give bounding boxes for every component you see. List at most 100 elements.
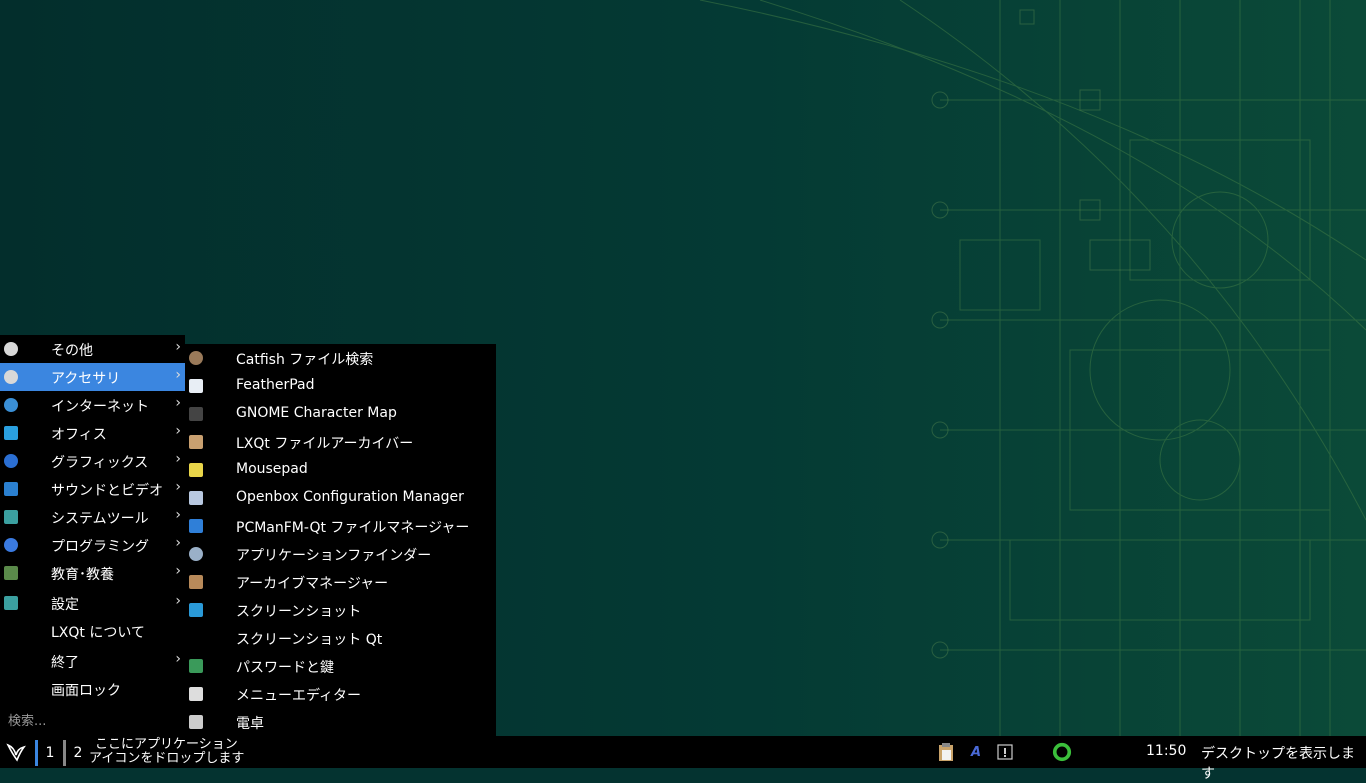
submenu-item-label: Catfish ファイル検索 xyxy=(236,352,374,368)
chevron-right-icon: › xyxy=(175,651,181,667)
menu-item-settings[interactable]: 設定 › xyxy=(0,589,185,617)
submenu-item-calculator[interactable]: 電卓 xyxy=(185,708,496,736)
clock[interactable]: 11:50 xyxy=(1146,743,1186,759)
accessories-submenu: Catfish ファイル検索 FeatherPad GNOME Characte… xyxy=(185,344,496,736)
settings-icon xyxy=(4,596,18,610)
menu-item-system-tools[interactable]: システムツール › xyxy=(0,503,185,531)
menu-item-label: システムツール xyxy=(51,511,149,527)
taskbar: 1 2 ここにアプリケーション アイコンをドロップします A 11:50 デスク… xyxy=(0,736,1366,782)
openbox-icon xyxy=(189,491,203,505)
folder-icon xyxy=(189,519,203,533)
submenu-item-menu-editor[interactable]: メニューエディター xyxy=(185,680,496,708)
more-icon xyxy=(4,370,18,384)
programming-icon xyxy=(4,538,18,552)
submenu-item-label: スクリーンショット Qt xyxy=(236,632,383,648)
submenu-item-screenshot-qt[interactable]: スクリーンショット Qt xyxy=(185,624,496,652)
screenshot-icon xyxy=(189,603,203,617)
submenu-item-archive-manager[interactable]: アーカイブマネージャー xyxy=(185,568,496,596)
globe-icon xyxy=(4,398,18,412)
submenu-item-label: PCManFM-Qt ファイルマネージャー xyxy=(236,520,470,536)
input-method-icon[interactable]: A xyxy=(966,742,986,762)
character-map-icon xyxy=(189,407,203,421)
more-icon xyxy=(4,342,18,356)
submenu-item-label: アーカイブマネージャー xyxy=(236,576,389,592)
menu-search-input[interactable] xyxy=(0,707,185,735)
archiver-icon xyxy=(189,435,203,449)
quicklaunch-hint-line2: アイコンをドロップします xyxy=(89,751,245,766)
menu-item-lock-screen[interactable]: 画面ロック xyxy=(0,675,185,703)
start-menu-button[interactable] xyxy=(0,736,32,768)
menu-item-label: サウンドとビデオ xyxy=(51,483,163,499)
submenu-item-label: メニューエディター xyxy=(236,688,362,704)
menu-item-label: その他 xyxy=(51,343,93,359)
menu-item-leave[interactable]: 終了 › xyxy=(0,647,185,675)
chevron-right-icon: › xyxy=(175,563,181,579)
menu-item-sound-video[interactable]: サウンドとビデオ › xyxy=(0,475,185,503)
archive-manager-icon xyxy=(189,575,203,589)
education-icon xyxy=(4,566,18,580)
chevron-right-icon: › xyxy=(175,593,181,609)
submenu-item-app-finder[interactable]: アプリケーションファインダー xyxy=(185,540,496,568)
chevron-right-icon: › xyxy=(175,395,181,411)
submenu-item-label: スクリーンショット xyxy=(236,604,362,620)
lxqt-logo-icon xyxy=(6,743,26,762)
menu-item-label: 設定 xyxy=(51,597,79,613)
submenu-item-featherpad[interactable]: FeatherPad xyxy=(185,372,496,400)
menu-item-label: 教育･教養 xyxy=(51,567,114,583)
desktop-switch-2[interactable]: 2 xyxy=(63,740,90,766)
menu-item-label: インターネット xyxy=(51,399,149,415)
menu-item-label: オフィス xyxy=(51,427,107,443)
submenu-item-openbox-config[interactable]: Openbox Configuration Manager xyxy=(185,484,496,512)
network-ring-icon[interactable] xyxy=(1052,742,1072,762)
submenu-item-mousepad[interactable]: Mousepad xyxy=(185,456,496,484)
chevron-right-icon: › xyxy=(175,367,181,383)
submenu-item-label: 電卓 xyxy=(236,716,264,732)
submenu-item-label: Mousepad xyxy=(236,461,308,477)
menu-item-about-lxqt[interactable]: LXQt について xyxy=(0,617,185,645)
chevron-right-icon: › xyxy=(175,339,181,355)
menu-item-education[interactable]: 教育･教養 › xyxy=(0,559,185,587)
quicklaunch-hint-line1: ここにアプリケーション xyxy=(95,737,238,752)
monitor-icon xyxy=(4,482,18,496)
calculator-icon xyxy=(189,715,203,729)
submenu-item-pcmanfm-qt[interactable]: PCManFM-Qt ファイルマネージャー xyxy=(185,512,496,540)
featherpad-icon xyxy=(189,379,203,393)
mousepad-icon xyxy=(189,463,203,477)
menu-item-label: 画面ロック xyxy=(51,683,121,699)
menu-item-office[interactable]: オフィス › xyxy=(0,419,185,447)
menu-item-graphics[interactable]: グラフィックス › xyxy=(0,447,185,475)
submenu-item-label: Openbox Configuration Manager xyxy=(236,489,464,505)
menu-item-accessories[interactable]: アクセサリ › xyxy=(0,363,185,391)
menu-item-label: アクセサリ xyxy=(51,371,121,387)
desktop-switch-1[interactable]: 1 xyxy=(35,740,62,766)
submenu-item-label: パスワードと鍵 xyxy=(236,660,334,676)
menu-item-label: グラフィックス xyxy=(51,455,149,471)
catfish-icon xyxy=(189,351,203,365)
menu-item-other[interactable]: その他 › xyxy=(0,335,185,363)
clipboard-icon[interactable] xyxy=(936,742,956,762)
submenu-item-catfish[interactable]: Catfish ファイル検索 xyxy=(185,344,496,372)
office-icon xyxy=(4,426,18,440)
show-desktop-button[interactable]: デスクトップを表示します xyxy=(1201,743,1366,783)
menu-item-programming[interactable]: プログラミング › xyxy=(0,531,185,559)
chevron-right-icon: › xyxy=(175,451,181,467)
submenu-item-label: アプリケーションファインダー xyxy=(236,548,432,564)
system-tools-icon xyxy=(4,510,18,524)
submenu-item-file-archiver[interactable]: LXQt ファイルアーカイバー xyxy=(185,428,496,456)
menu-item-internet[interactable]: インターネット › xyxy=(0,391,185,419)
menu-item-label: プログラミング xyxy=(51,539,149,555)
quicklaunch-drop-area[interactable]: ここにアプリケーション アイコンをドロップします xyxy=(89,738,244,766)
application-menu: その他 › アクセサリ › インターネット › オフィス › グラフィックス ›… xyxy=(0,335,185,736)
submenu-item-character-map[interactable]: GNOME Character Map xyxy=(185,400,496,428)
submenu-item-label: FeatherPad xyxy=(236,377,315,393)
submenu-item-screenshot[interactable]: スクリーンショット xyxy=(185,596,496,624)
magnifier-icon xyxy=(189,547,203,561)
password-keys-icon xyxy=(189,659,203,673)
chevron-right-icon: › xyxy=(175,507,181,523)
chevron-right-icon: › xyxy=(175,423,181,439)
submenu-item-passwords-keys[interactable]: パスワードと鍵 xyxy=(185,652,496,680)
submenu-item-label: GNOME Character Map xyxy=(236,405,397,421)
notification-icon[interactable] xyxy=(995,742,1015,762)
submenu-item-label: LXQt ファイルアーカイバー xyxy=(236,436,414,452)
menu-editor-icon xyxy=(189,687,203,701)
